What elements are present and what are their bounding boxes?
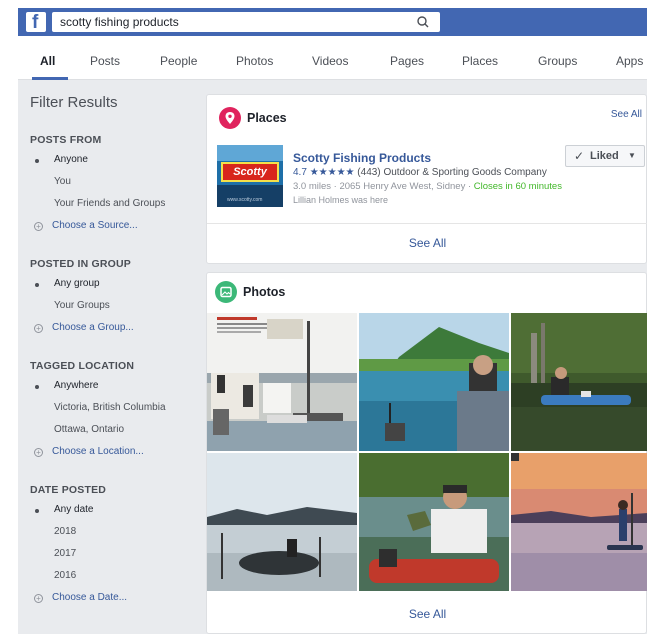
place-review-count: (443) [357,167,381,178]
photo-misty-lake [207,453,357,591]
place-image-sky [217,145,283,161]
plus-circle-icon: + [34,594,43,603]
photo-thumbnail[interactable] [359,313,509,451]
tab-groups[interactable]: Groups [538,54,577,68]
place-rating: 4.7 [293,167,307,178]
tab-videos[interactable]: Videos [312,54,348,68]
tab-photos[interactable]: Photos [236,54,273,68]
places-section-title: Places [247,111,287,125]
facebook-logo-letter: f [32,12,39,33]
photos-section-title: Photos [243,285,286,299]
tab-people[interactable]: People [160,54,197,68]
place-distance-address: 3.0 miles · 2065 Henry Ave West, Sidney … [293,181,474,192]
place-friend-activity: Lillian Holmes was here [293,195,389,205]
photos-icon [215,281,237,303]
tab-posts[interactable]: Posts [90,54,120,68]
filter-title: Filter Results [30,94,118,111]
plus-circle-icon: + [34,222,43,231]
place-category: Outdoor & Sporting Goods Company [383,167,547,178]
photo-boat-fishing [207,313,357,451]
star-rating-icon: ★★★★★ [309,167,355,178]
filter-option-friends-and-groups[interactable]: Your Friends and Groups [54,198,165,209]
photo-sunset-paddleboard [511,453,647,591]
photo-thumbnail[interactable] [511,313,647,451]
photo-thumbnail[interactable] [207,313,357,451]
place-profile-image[interactable]: Scotty www.scotty.com [217,145,283,207]
plus-circle-icon: + [34,448,43,457]
place-image-sea [217,185,283,207]
liked-button[interactable]: ✓ Liked ▼ [565,145,645,167]
filter-heading-posts-from: POSTS FROM [30,134,102,146]
tab-places[interactable]: Places [462,54,498,68]
selected-radio-dot [35,509,39,513]
selected-radio-dot [35,385,39,389]
filter-heading-tagged-location: TAGGED LOCATION [30,360,135,372]
search-tabs: All Posts People Photos Videos Pages Pla… [18,44,647,80]
filter-option-2017[interactable]: 2017 [54,548,76,559]
selected-radio-dot [35,159,39,163]
filter-option-2018[interactable]: 2018 [54,526,76,537]
search-input[interactable]: scotty fishing products [52,12,440,32]
filter-option-ottawa[interactable]: Ottawa, Ontario [54,424,124,435]
filter-heading-posted-in-group: POSTED IN GROUP [30,258,132,270]
place-hours: Closes in 60 minutes [473,181,562,192]
filter-option-anyone[interactable]: Anyone [54,154,88,165]
places-see-all-link[interactable]: See All [611,109,642,120]
photos-glyph [220,286,232,298]
chevron-down-icon: ▼ [628,151,636,160]
filter-option-2016[interactable]: 2016 [54,570,76,581]
choose-location-link[interactable]: Choose a Location... [52,446,144,457]
photos-see-all-button[interactable]: See All [207,607,647,621]
tab-pages[interactable]: Pages [390,54,424,68]
plus-circle-icon: + [34,324,43,333]
search-icon[interactable] [414,14,432,30]
filter-sidebar: Filter Results POSTS FROM Anyone You You… [18,80,204,634]
filter-option-victoria[interactable]: Victoria, British Columbia [54,402,166,413]
facebook-logo-icon[interactable]: f [26,12,46,33]
filter-option-anywhere[interactable]: Anywhere [54,380,98,391]
place-address-row: 3.0 miles · 2065 Henry Ave West, Sidney … [293,181,562,192]
checkmark-icon: ✓ [574,149,585,163]
place-rating-row: 4.7 ★★★★★ (443) Outdoor & Sporting Goods… [293,167,547,178]
tab-apps[interactable]: Apps [616,54,643,68]
location-pin-icon [219,107,241,129]
place-image-brand: Scotty [221,162,279,182]
filter-option-any-group[interactable]: Any group [54,278,100,289]
filter-option-any-date[interactable]: Any date [54,504,93,515]
search-query-text: scotty fishing products [60,15,179,29]
selected-radio-dot [35,283,39,287]
photo-angler-with-fish [359,453,509,591]
photo-thumbnail[interactable] [511,453,647,591]
choose-date-link[interactable]: Choose a Date... [52,592,127,603]
location-pin-glyph [225,112,235,124]
place-image-site: www.scotty.com [227,197,263,203]
photo-kayak-fishing [511,313,647,451]
filter-option-your-groups[interactable]: Your Groups [54,300,110,311]
tab-all[interactable]: All [40,54,55,68]
choose-source-link[interactable]: Choose a Source... [52,220,138,231]
photos-card: Photos See All [206,272,647,634]
photo-thumbnail[interactable] [207,453,357,591]
liked-label: Liked [590,150,619,162]
top-bar: f scotty fishing products [18,8,647,36]
photo-thumbnail[interactable] [359,453,509,591]
divider [207,223,647,224]
photo-mountain-lake [359,313,509,451]
places-see-all-button[interactable]: See All [207,236,647,250]
places-card: Places See All Scotty www.scotty.com Sco… [206,94,647,264]
choose-group-link[interactable]: Choose a Group... [52,322,134,333]
filter-option-you[interactable]: You [54,176,71,187]
filter-heading-date-posted: DATE POSTED [30,484,107,496]
place-name-link[interactable]: Scotty Fishing Products [293,151,431,165]
